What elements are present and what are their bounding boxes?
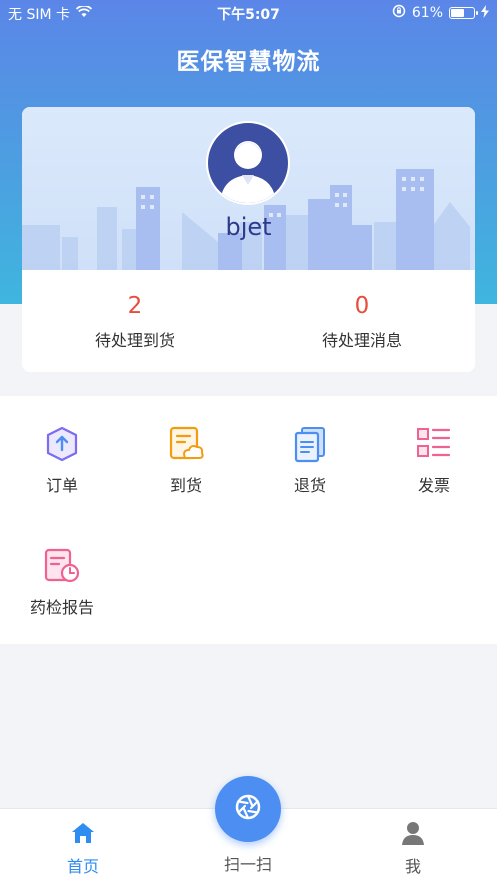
profile-card: bjet 2 待处理到货 0 待处理消息 [22,107,475,372]
user-icon [353,821,473,849]
menu-label-return: 退货 [293,476,326,495]
menu-label-drug-report: 药检报告 [29,598,94,617]
scan-button[interactable] [215,776,281,842]
pending-message-count: 0 [354,293,370,319]
pending-message-label: 待处理消息 [321,331,402,350]
pending-arrival-count: 2 [127,293,143,319]
profile-banner: bjet [22,107,475,270]
battery-percent: 61% [411,5,443,21]
tab-scan[interactable]: 扫一扫 [188,847,308,875]
arrival-icon [166,424,206,464]
avatar[interactable] [206,121,290,205]
tab-scan-label: 扫一扫 [223,855,272,874]
menu-item-invoice[interactable]: 发票 [372,424,496,496]
battery-icon [449,7,478,19]
rotation-lock-icon [392,4,406,22]
username: bjet [225,213,272,241]
menu-item-drug-report[interactable]: 药检报告 [0,546,124,618]
aperture-icon [235,794,261,824]
home-icon [23,821,143,849]
pending-arrival-stat[interactable]: 2 待处理到货 [22,293,248,351]
tab-me[interactable]: 我 [353,821,473,877]
menu-item-order[interactable]: 订单 [0,424,124,496]
tab-home[interactable]: 首页 [23,821,143,877]
status-bar: 无 SIM 卡 下午5:07 61% [0,0,497,26]
charging-icon [481,4,489,22]
menu-label-order: 订单 [45,476,78,495]
return-icon [290,424,330,464]
pending-arrival-label: 待处理到货 [94,331,175,350]
function-menu: 订单 到货 退货 发票 药检报告 [0,396,497,644]
menu-item-arrival[interactable]: 到货 [124,424,248,496]
invoice-icon [414,424,454,464]
tab-me-label: 我 [404,857,421,876]
drug-report-icon [42,546,82,586]
menu-label-invoice: 发票 [417,476,450,495]
pending-message-stat[interactable]: 0 待处理消息 [249,293,475,351]
menu-label-arrival: 到货 [169,476,202,495]
page-title: 医保智慧物流 [176,49,321,75]
order-icon [42,424,82,464]
tab-home-label: 首页 [66,857,99,876]
menu-item-return[interactable]: 退货 [248,424,372,496]
